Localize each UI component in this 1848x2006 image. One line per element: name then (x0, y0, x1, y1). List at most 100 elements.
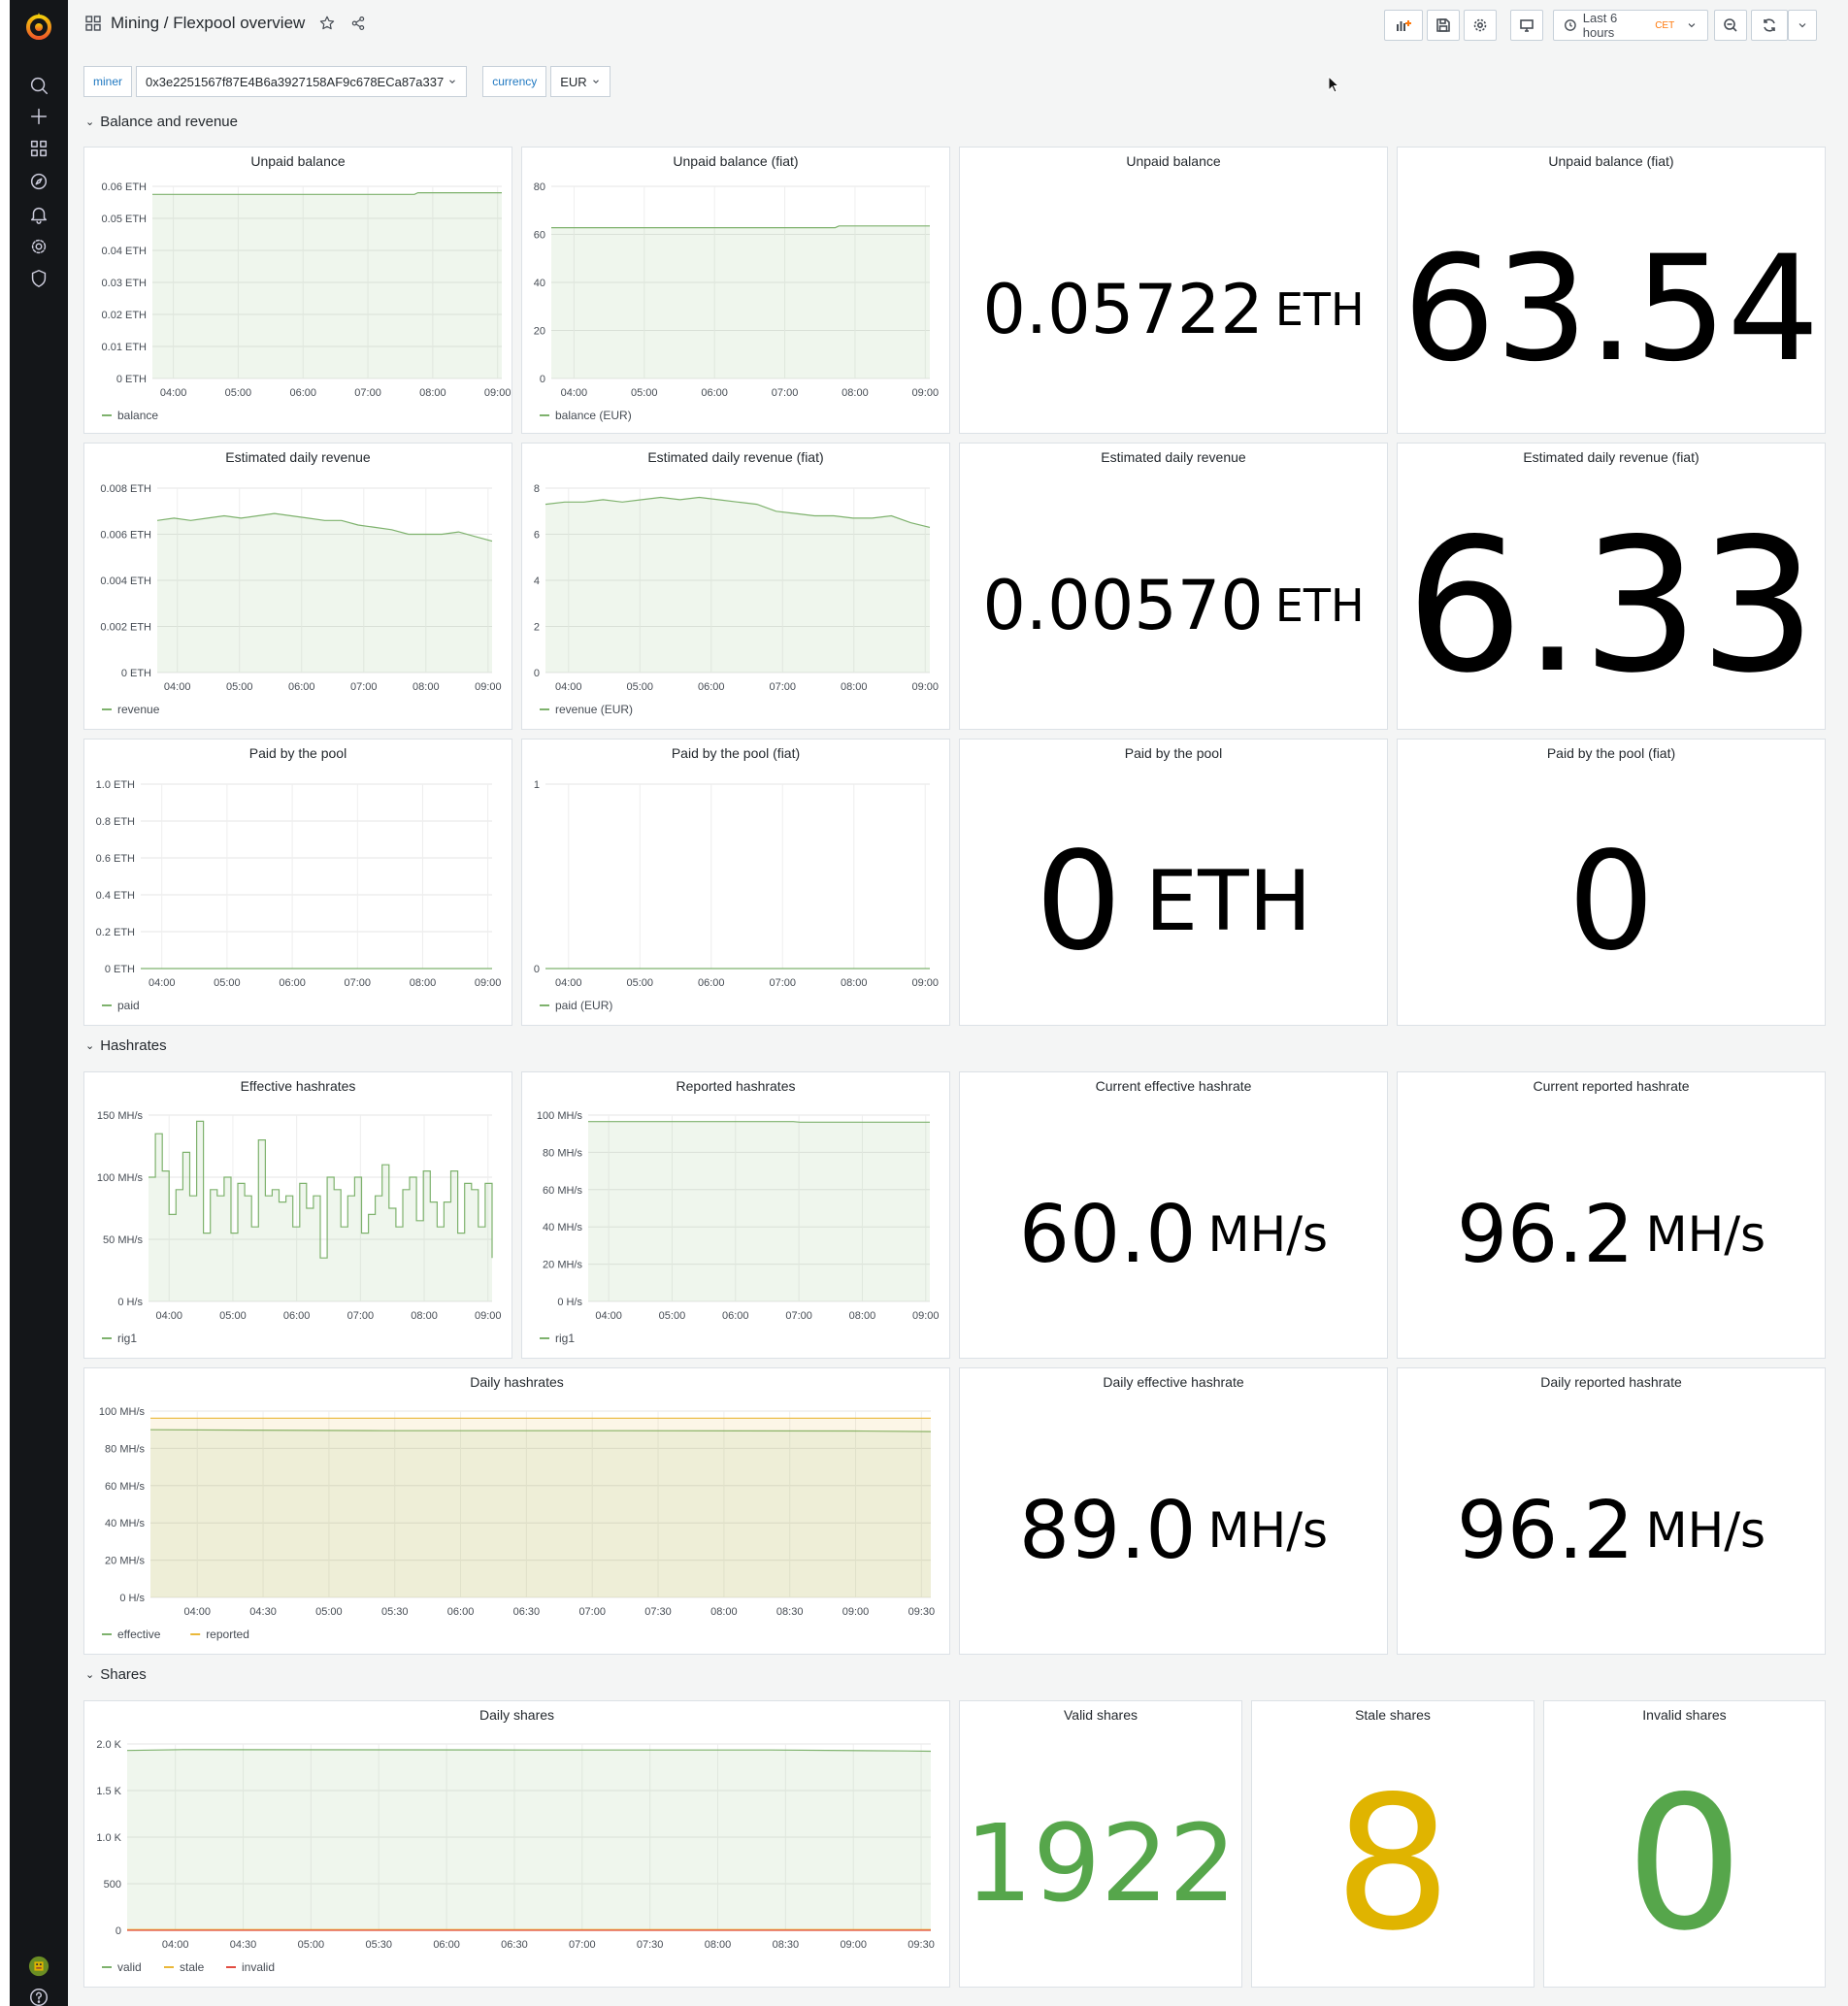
grafana-logo-icon[interactable] (24, 10, 53, 43)
panel-estimated-daily-revenue-fiat[interactable]: Estimated daily revenue (fiat) 0 2 4 6 8 04:0… (521, 443, 950, 730)
panel-daily-shares[interactable]: Daily shares 0 500 1.0 K 1.5 K 2.0 K 04:00 04:… (83, 1700, 950, 1988)
panel-reported-hashrates[interactable]: Reported hashrates 0 H/s 20 MH/s 40 MH/s 60… (521, 1071, 950, 1359)
y-tick-label: 0.04 ETH (102, 246, 148, 257)
stat-value: 1922 (960, 1740, 1241, 1987)
panel-paid-by-pool-stat[interactable]: Paid by the pool 0 ETH (959, 739, 1388, 1026)
y-tick-label: 0.01 ETH (102, 342, 148, 353)
x-tick-label: 09:00 (911, 681, 939, 693)
avatar[interactable] (27, 1955, 50, 1978)
panel-paid-by-pool-fiat[interactable]: Paid by the pool (fiat) 0 1 04:00 05:00 06:0… (521, 739, 950, 1026)
y-tick-label: 40 (534, 278, 545, 289)
refresh-icon (1764, 18, 1775, 32)
panel-daily-hashrates[interactable]: Daily hashrates 0 H/s 20 MH/s 40 MH/s 60 MH… (83, 1367, 950, 1655)
x-tick-label: 09:00 (912, 1310, 940, 1322)
settings-button[interactable] (1464, 10, 1497, 41)
compass-icon[interactable] (27, 170, 50, 193)
panel-valid-shares[interactable]: Valid shares 1922 (959, 1700, 1242, 1988)
x-tick-label: 06:30 (513, 1606, 541, 1618)
refresh-button[interactable] (1751, 10, 1788, 41)
x-tick-label: 08:00 (705, 1939, 732, 1951)
dashboard-grid-icon (85, 16, 101, 31)
legend-label: paid (117, 999, 140, 1012)
x-tick-label: 04:00 (148, 977, 176, 989)
y-tick-label: 60 MH/s (105, 1481, 145, 1493)
x-tick-label: 04:00 (160, 387, 187, 399)
y-tick-label: 0 (534, 668, 540, 679)
page-title[interactable]: Mining / Flexpool overview (111, 14, 305, 33)
share-icon[interactable] (349, 15, 367, 32)
row-header-hashrates[interactable]: ⌄ Hashrates (85, 1037, 167, 1054)
panel-paid-by-pool[interactable]: Paid by the pool 0 ETH 0.2 ETH 0.4 ETH 0.6 … (83, 739, 512, 1026)
y-tick-label: 0.6 ETH (96, 853, 135, 865)
stat-number: 0.05722 (982, 270, 1264, 349)
x-tick-label: 08:00 (849, 1310, 876, 1322)
x-tick-label: 09:00 (475, 681, 502, 693)
y-tick-label: 0.008 ETH (100, 483, 151, 495)
panel-effective-hashrates[interactable]: Effective hashrates 0 H/s 50 MH/s 100 MH/s… (83, 1071, 512, 1359)
series-line (588, 1121, 930, 1123)
stat-value: 0 (1544, 1740, 1825, 1987)
variable-select-miner[interactable]: 0x3e2251567f87E4B6a3927158AF9c678ECa87a3… (136, 66, 468, 97)
search-icon[interactable] (27, 74, 50, 97)
refresh-interval-button[interactable] (1788, 10, 1817, 41)
panel-current-reported-hashrate[interactable]: Current reported hashrate 96.2 MH/s (1397, 1071, 1826, 1359)
panel-unpaid-balance-fiat-stat[interactable]: Unpaid balance (fiat) 63.54 (1397, 147, 1826, 434)
series-area (127, 1749, 931, 1930)
stat-value: 96.2 MH/s (1398, 1407, 1825, 1654)
x-tick-label: 05:00 (315, 1606, 343, 1618)
save-dashboard-button[interactable] (1427, 10, 1460, 41)
x-tick-label: 09:30 (908, 1606, 936, 1618)
panel-estimated-daily-revenue-fiat-stat[interactable]: Estimated daily revenue (fiat) 6.33 (1397, 443, 1826, 730)
panel-stale-shares[interactable]: Stale shares 8 (1251, 1700, 1534, 1988)
x-tick-label: 09:00 (840, 1939, 867, 1951)
variable-value-currency: EUR (560, 74, 587, 89)
panel-title: Unpaid balance (1126, 153, 1221, 169)
x-tick-label: 04:00 (555, 977, 582, 989)
row-header-shares[interactable]: ⌄ Shares (85, 1666, 147, 1683)
add-panel-button[interactable] (1384, 10, 1423, 41)
help-icon[interactable] (27, 1986, 50, 2006)
dashboards-icon[interactable] (27, 137, 50, 160)
panel-daily-reported-hashrate[interactable]: Daily reported hashrate 96.2 MH/s (1397, 1367, 1826, 1655)
star-icon[interactable] (318, 15, 336, 32)
x-tick-label: 07:30 (644, 1606, 672, 1618)
top-navbar: Mining / Flexpool overview Last 6 hours … (68, 0, 1848, 50)
x-tick-label: 04:30 (249, 1606, 277, 1618)
y-tick-label: 150 MH/s (97, 1110, 144, 1122)
x-tick-label: 04:00 (555, 681, 582, 693)
panel-current-effective-hashrate[interactable]: Current effective hashrate 60.0 MH/s (959, 1071, 1388, 1359)
stat-unit: MH/s (1645, 1206, 1766, 1263)
chevron-down-icon: ⌄ (85, 1040, 95, 1052)
y-tick-label: 0 (534, 964, 540, 975)
panel-invalid-shares[interactable]: Invalid shares 0 (1543, 1700, 1826, 1988)
panel-paid-by-pool-fiat-stat[interactable]: Paid by the pool (fiat) 0 (1397, 739, 1826, 1026)
y-tick-label: 0.4 ETH (96, 890, 135, 902)
zoom-out-button[interactable] (1714, 10, 1747, 41)
panel-daily-effective-hashrate[interactable]: Daily effective hashrate 89.0 MH/s (959, 1367, 1388, 1655)
row-header-balance[interactable]: ⌄ Balance and revenue (85, 114, 238, 130)
x-tick-label: 04:00 (155, 1310, 182, 1322)
panel-estimated-daily-revenue-stat[interactable]: Estimated daily revenue 0.00570 ETH (959, 443, 1388, 730)
y-tick-label: 80 MH/s (543, 1147, 582, 1159)
chevron-down-icon (1688, 23, 1696, 28)
x-tick-label: 05:00 (298, 1939, 325, 1951)
stat-value: 63.54 (1398, 186, 1825, 433)
stat-number: 0 (1568, 822, 1655, 981)
stat-value: 0 ETH (960, 778, 1387, 1025)
y-tick-label: 0 H/s (119, 1593, 145, 1604)
gear-icon[interactable] (27, 235, 50, 258)
shield-icon[interactable] (27, 267, 50, 290)
time-range-picker[interactable]: Last 6 hours CET (1553, 10, 1708, 41)
tv-mode-button[interactable] (1510, 10, 1543, 41)
bell-icon[interactable] (27, 203, 50, 226)
panel-unpaid-balance-stat[interactable]: Unpaid balance 0.05722 ETH (959, 147, 1388, 434)
variable-select-currency[interactable]: EUR (550, 66, 610, 97)
y-tick-label: 0.2 ETH (96, 927, 135, 938)
x-tick-label: 09:30 (908, 1939, 935, 1951)
y-tick-label: 1 (534, 779, 540, 791)
plus-icon[interactable] (27, 105, 50, 128)
panel-unpaid-balance-fiat[interactable]: Unpaid balance (fiat) 0 20 40 60 80 04:00 05:0… (521, 147, 950, 434)
panel-unpaid-balance[interactable]: Unpaid balance 0 ETH 0.01 ETH 0.02 ETH 0.03… (83, 147, 512, 434)
x-tick-label: 07:00 (578, 1606, 606, 1618)
panel-estimated-daily-revenue[interactable]: Estimated daily revenue 0 ETH 0.002 ETH 0.… (83, 443, 512, 730)
